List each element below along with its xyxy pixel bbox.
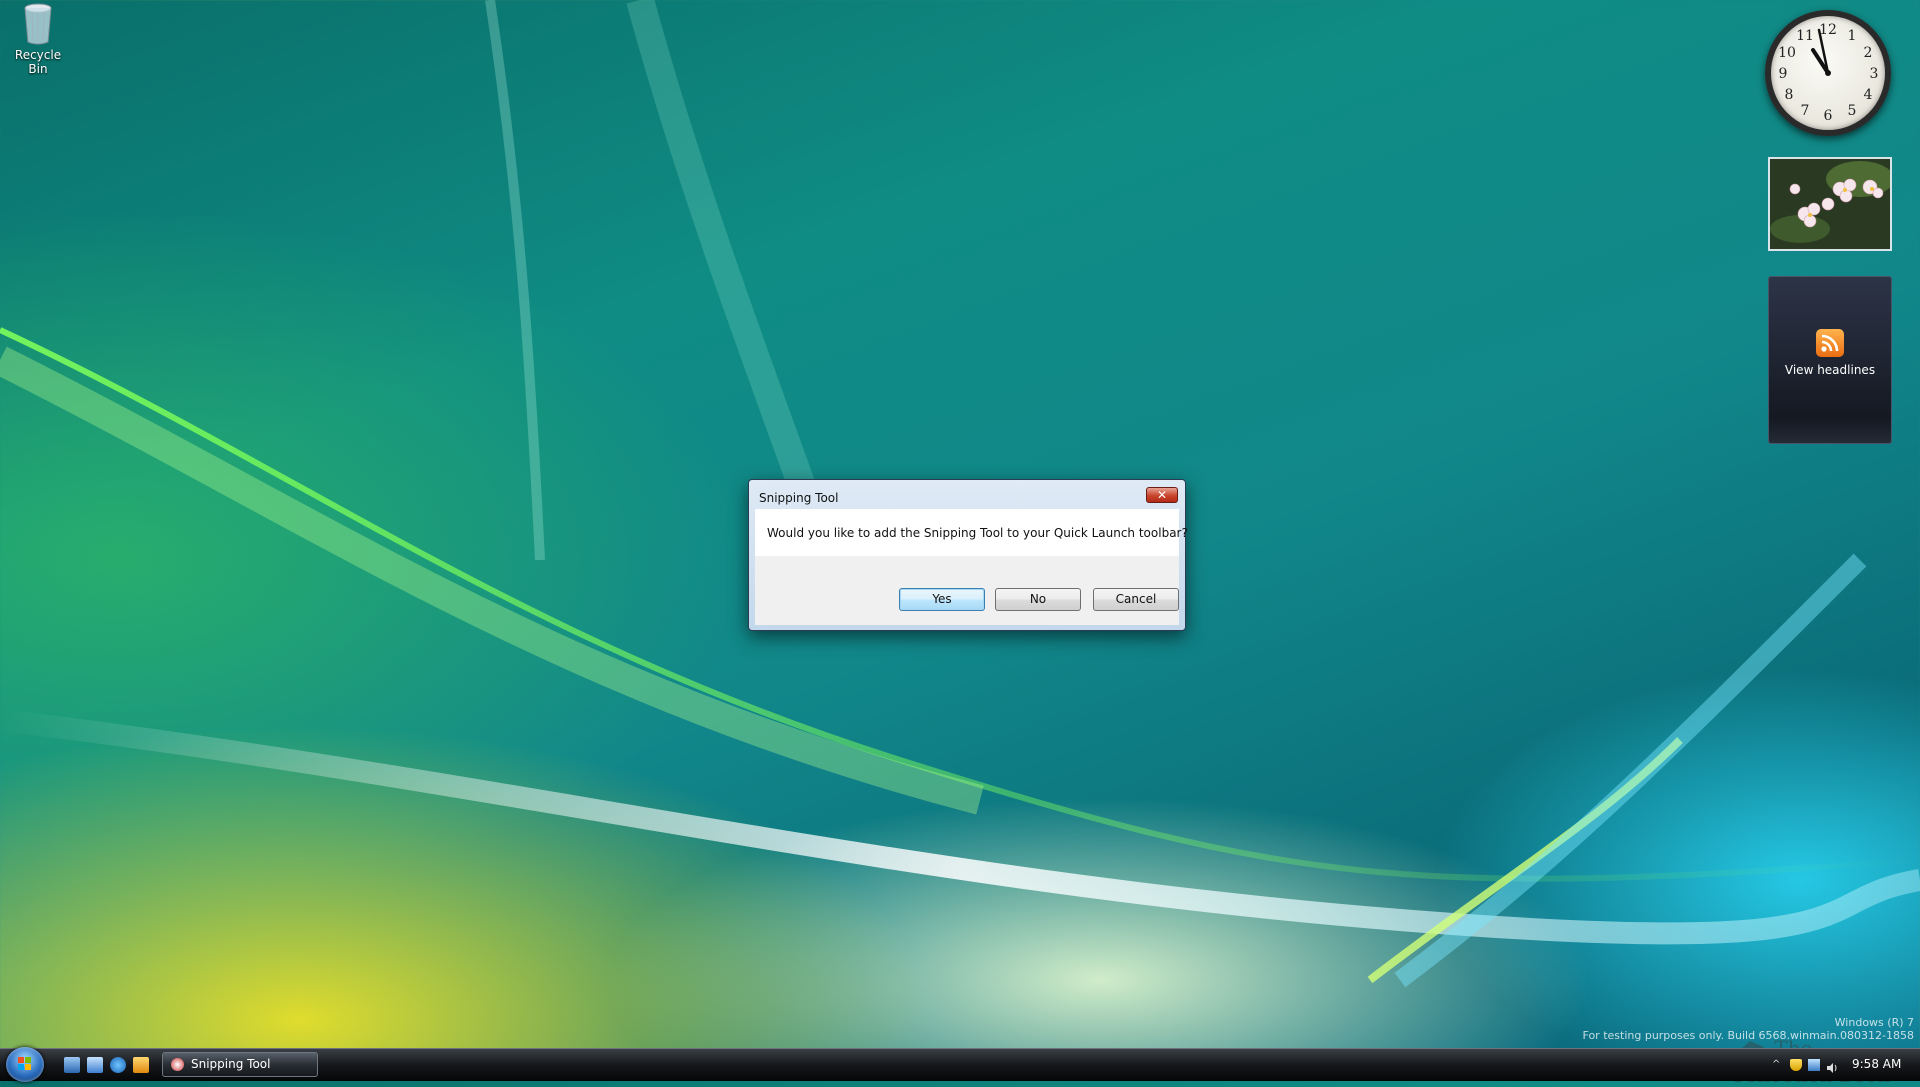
- dialog-content: Would you like to add the Snipping Tool …: [755, 509, 1188, 625]
- snipping-tool-dialog: Snipping Tool ✕ Would you like to add th…: [748, 479, 1188, 631]
- desktop-icon-recycle-bin[interactable]: Recycle Bin: [4, 2, 72, 76]
- taskbar-button-label: Snipping Tool: [191, 1057, 271, 1071]
- flower-photo: [1770, 159, 1890, 249]
- feed-headlines-gadget[interactable]: View headlines: [1768, 276, 1892, 444]
- taskbar-clock[interactable]: 9:58 AM: [1852, 1057, 1901, 1071]
- clock-gadget[interactable]: 12 1 2 3 4 5 6 7 8 9 10 11: [1765, 10, 1891, 136]
- media-player-icon[interactable]: [133, 1057, 149, 1073]
- cancel-button[interactable]: Cancel: [1093, 588, 1179, 611]
- network-icon[interactable]: [1808, 1059, 1820, 1071]
- taskbar-button-snipping-tool[interactable]: Snipping Tool: [162, 1052, 318, 1077]
- close-button[interactable]: ✕: [1146, 487, 1178, 503]
- clock-hands: [1811, 28, 1831, 76]
- dialog-message: Would you like to add the Snipping Tool …: [767, 526, 1188, 540]
- security-shield-icon[interactable]: [1790, 1059, 1802, 1071]
- taskbar: Snipping Tool ^ 9:58 AM: [0, 1047, 1920, 1082]
- snipping-tool-icon: [171, 1058, 184, 1071]
- view-headlines-link[interactable]: View headlines: [1769, 363, 1891, 377]
- dialog-message-area: Would you like to add the Snipping Tool …: [755, 509, 1188, 556]
- dialog-title: Snipping Tool: [759, 491, 839, 505]
- show-hidden-icons-icon[interactable]: ^: [1772, 1059, 1784, 1071]
- switch-windows-icon[interactable]: [87, 1057, 103, 1073]
- volume-icon[interactable]: [1826, 1059, 1838, 1073]
- windows-logo-icon: [18, 1057, 31, 1070]
- no-button[interactable]: No: [995, 588, 1081, 611]
- internet-explorer-icon[interactable]: [110, 1057, 126, 1073]
- slideshow-gadget[interactable]: [1768, 157, 1892, 251]
- start-button[interactable]: [6, 1047, 44, 1082]
- yes-button[interactable]: Yes: [899, 588, 985, 611]
- desktop-icon-label: Recycle Bin: [14, 48, 62, 76]
- watermark-line1: Windows (R) 7: [1834, 1016, 1914, 1029]
- recycle-bin-icon: [21, 2, 55, 46]
- show-desktop-icon[interactable]: [64, 1057, 80, 1073]
- rss-icon: [1816, 329, 1844, 357]
- close-icon: ✕: [1156, 488, 1168, 502]
